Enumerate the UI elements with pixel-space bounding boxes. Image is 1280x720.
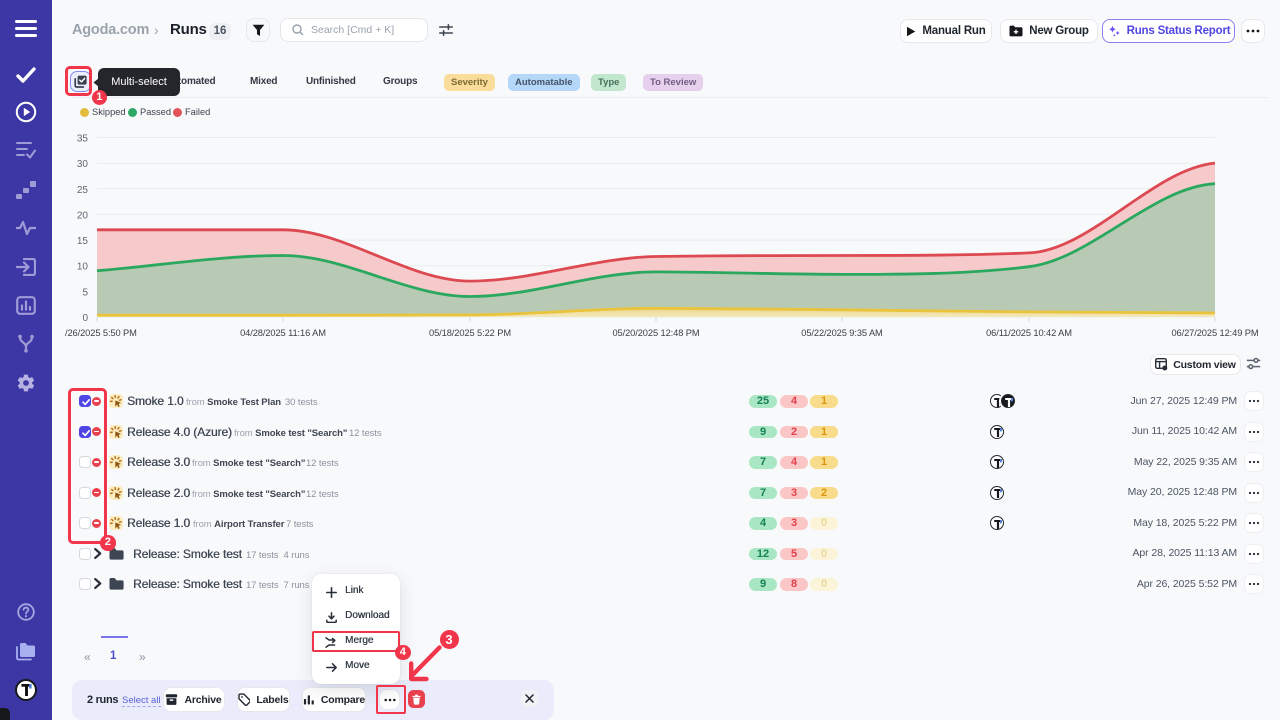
svg-text:35: 35	[77, 134, 89, 145]
svg-text:05/20/2025 12:48 PM: 05/20/2025 12:48 PM	[612, 328, 699, 338]
svg-text:06/11/2025 10:42 AM: 06/11/2025 10:42 AM	[986, 328, 1072, 338]
svg-text:30: 30	[77, 159, 89, 170]
svg-text:25: 25	[77, 185, 89, 196]
svg-text:06/27/2025 12:49 PM: 06/27/2025 12:49 PM	[1171, 328, 1258, 338]
svg-text:15: 15	[77, 236, 89, 247]
svg-text:5: 5	[82, 287, 88, 298]
svg-text:/26/2025 5:50 PM: /26/2025 5:50 PM	[65, 328, 137, 338]
svg-text:0: 0	[82, 313, 88, 324]
svg-text:05/18/2025 5:22 PM: 05/18/2025 5:22 PM	[429, 328, 511, 338]
svg-text:10: 10	[77, 262, 89, 273]
svg-text:04/28/2025 11:16 AM: 04/28/2025 11:16 AM	[240, 328, 326, 338]
svg-text:05/22/2025 9:35 AM: 05/22/2025 9:35 AM	[801, 328, 882, 338]
svg-text:20: 20	[77, 210, 89, 221]
